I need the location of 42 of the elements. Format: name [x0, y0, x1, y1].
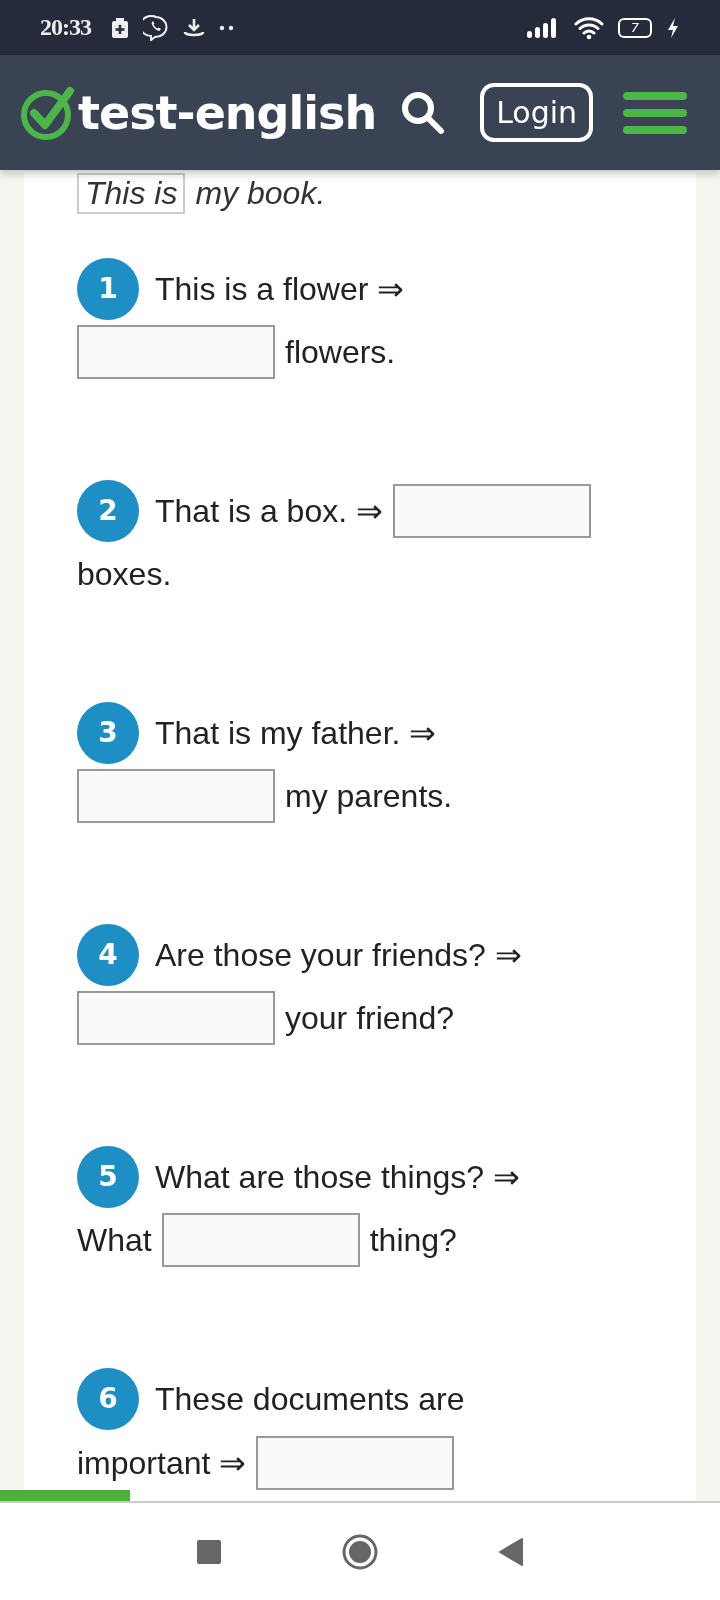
answer-field[interactable] [77, 991, 275, 1046]
question-number: 6 [77, 1368, 139, 1430]
question-text: That is a box. ⇒ [155, 492, 383, 529]
example-answer: This is [77, 172, 186, 214]
login-button[interactable]: Login [480, 83, 594, 142]
question-text: important ⇒ [77, 1444, 247, 1481]
search-icon[interactable] [400, 89, 447, 136]
example-text: my book. [195, 174, 326, 212]
question-number: 1 [77, 257, 139, 320]
question-text: This is a flower ⇒ [155, 270, 405, 307]
back-icon[interactable] [498, 1536, 524, 1567]
question-text: Are those your friends? ⇒ [155, 936, 522, 973]
question-text: thing? [369, 1222, 457, 1259]
answer-field[interactable] [77, 325, 275, 380]
check-logo-icon [20, 84, 76, 141]
home-icon[interactable] [342, 1533, 378, 1570]
question-number: 5 [77, 1145, 139, 1208]
clock: 20:33 [40, 14, 91, 41]
question-text: What [77, 1222, 152, 1259]
question-text: boxes. [77, 556, 172, 593]
question-text: These documents are [155, 1381, 465, 1417]
answer-field[interactable] [256, 1435, 455, 1490]
answer-field[interactable] [393, 483, 591, 538]
wifi-icon [574, 15, 604, 40]
question-text: my parents. [285, 778, 453, 815]
chat-bubble-icon [143, 14, 169, 41]
download-icon [183, 16, 205, 39]
question-number: 2 [77, 479, 139, 542]
question-number: 3 [77, 701, 139, 764]
question-text: your friend? [285, 1000, 454, 1037]
battery-saver-icon [111, 16, 129, 39]
answer-field[interactable] [77, 769, 275, 824]
recents-icon[interactable] [196, 1538, 222, 1565]
question-text: That is my father. ⇒ [155, 714, 437, 751]
more-notifications-icon [219, 24, 235, 31]
battery-indicator: 7 [618, 17, 652, 38]
question-number: 4 [77, 923, 139, 986]
answer-field[interactable] [161, 1213, 360, 1268]
site-logo[interactable]: test-english [78, 85, 377, 140]
question-text: flowers. [285, 334, 396, 371]
charging-icon [666, 16, 680, 39]
question-text: What are those things? ⇒ [155, 1158, 520, 1195]
